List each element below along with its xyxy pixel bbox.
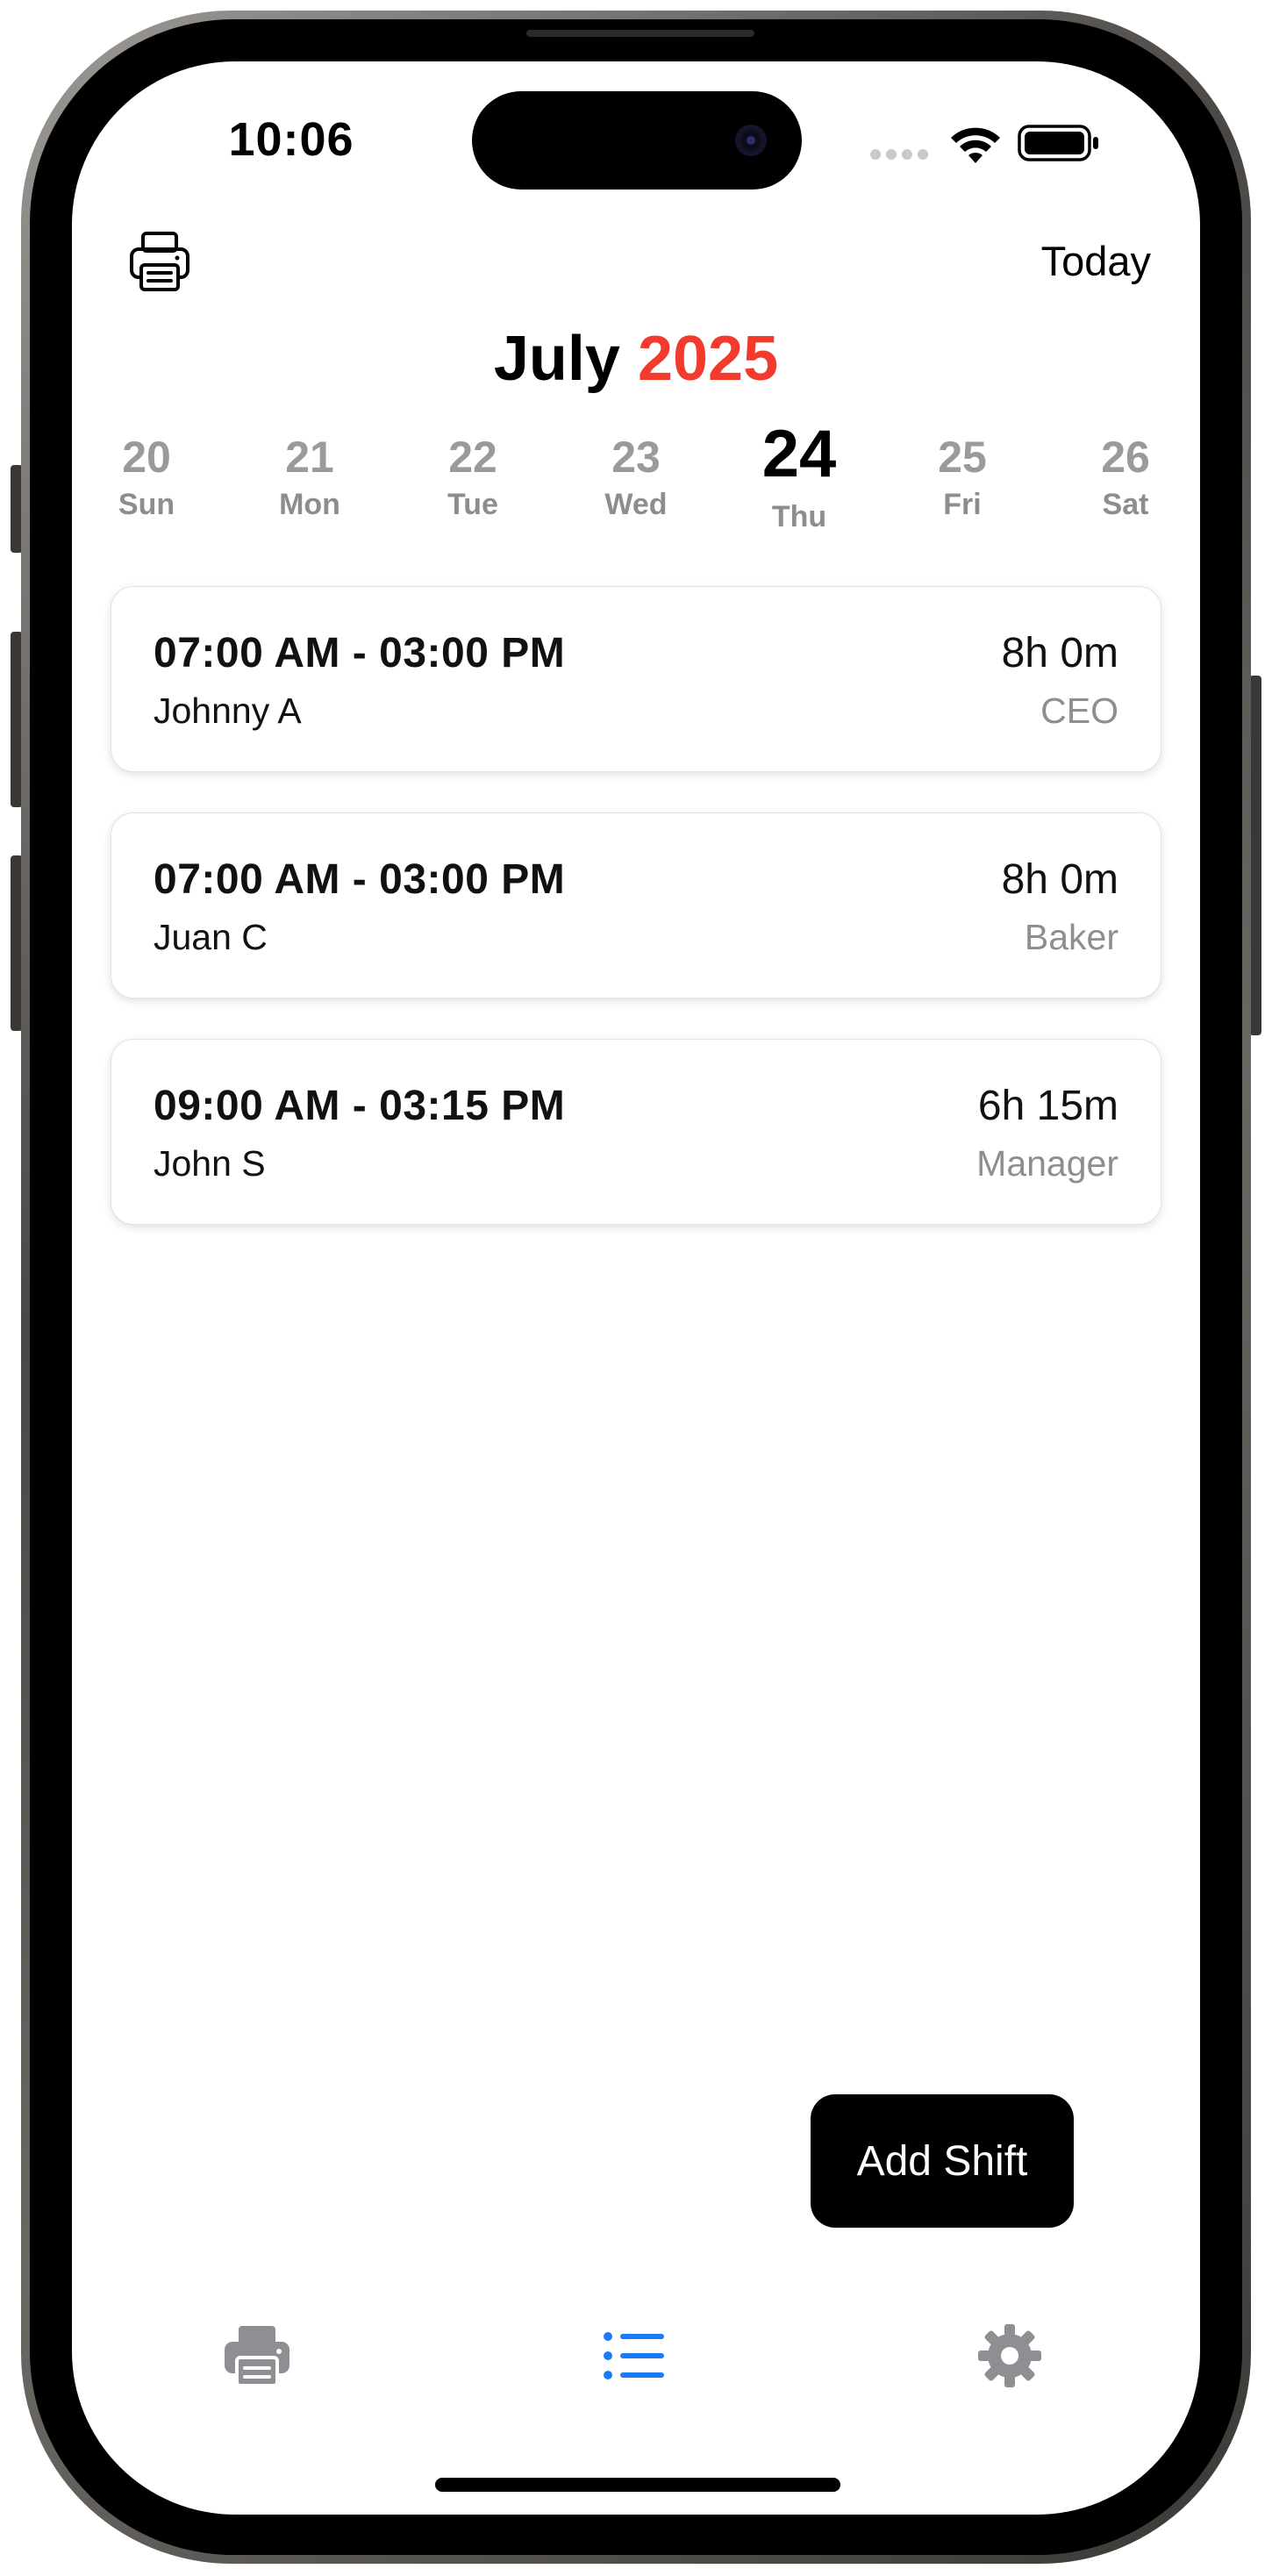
day-name: Tue	[447, 488, 498, 521]
printer-icon	[130, 232, 189, 291]
shift-time: 07:00 AM - 03:00 PM	[154, 856, 566, 903]
day-tue[interactable]: 22 Tue	[407, 430, 539, 553]
employee-name: Juan C	[154, 917, 268, 957]
day-name: Fri	[943, 488, 982, 521]
day-number: 20	[122, 433, 171, 482]
month-title: July 2025	[72, 323, 1200, 395]
status-time: 10:06	[228, 113, 354, 166]
shift-card[interactable]: 07:00 AM - 03:00 PM Juan C 8h 0m Baker	[111, 812, 1161, 998]
power-button	[1249, 676, 1261, 1035]
day-name: Mon	[279, 488, 340, 521]
day-name: Sun	[118, 488, 175, 521]
day-number: 25	[938, 433, 987, 482]
day-thu-selected[interactable]: 24 Thu	[733, 421, 865, 553]
shift-duration: 8h 0m	[1001, 630, 1118, 676]
battery-icon	[1018, 125, 1098, 161]
shift-time: 07:00 AM - 03:00 PM	[154, 630, 566, 676]
shift-duration: 6h 15m	[977, 1083, 1118, 1129]
list-icon	[604, 2332, 664, 2379]
wifi-icon	[951, 127, 1000, 163]
tab-list[interactable]	[586, 2308, 682, 2404]
week-strip: 20 Sun 21 Mon 22 Tue 23 Wed 24 Thu 25 Fr…	[81, 421, 1191, 553]
printer-icon	[225, 2326, 289, 2387]
employee-name: John S	[154, 1143, 266, 1184]
shift-time: 09:00 AM - 03:15 PM	[154, 1083, 566, 1129]
front-camera-icon	[735, 125, 767, 156]
year-label: 2025	[637, 324, 779, 394]
day-number: 26	[1101, 433, 1150, 482]
cellular-dots-icon	[870, 149, 928, 160]
tab-print[interactable]	[209, 2308, 305, 2404]
day-fri[interactable]: 25 Fri	[897, 430, 1028, 553]
day-name: Thu	[771, 500, 827, 533]
employee-role: Baker	[1024, 917, 1118, 957]
gear-icon	[978, 2324, 1041, 2387]
home-indicator	[435, 2478, 840, 2492]
today-button[interactable]: Today	[1041, 237, 1151, 285]
day-number: 22	[448, 433, 497, 482]
day-number: 24	[761, 417, 837, 491]
shift-duration: 8h 0m	[1001, 856, 1118, 903]
app-screen: 10:06 Today July 2025 20 Sun 21 Mon 22 T…	[72, 61, 1200, 2515]
day-wed[interactable]: 23 Wed	[570, 430, 702, 553]
tab-bar	[72, 2308, 1200, 2404]
tab-settings[interactable]	[961, 2308, 1058, 2404]
day-sat[interactable]: 26 Sat	[1060, 430, 1191, 553]
day-name: Wed	[604, 488, 668, 521]
add-shift-button[interactable]: Add Shift	[811, 2094, 1074, 2228]
shift-list: 07:00 AM - 03:00 PM Johnny A 8h 0m CEO 0…	[111, 586, 1161, 1265]
shift-card[interactable]: 07:00 AM - 03:00 PM Johnny A 8h 0m CEO	[111, 586, 1161, 772]
employee-name: Johnny A	[154, 691, 302, 731]
employee-role: Manager	[976, 1143, 1118, 1184]
day-sun[interactable]: 20 Sun	[81, 430, 212, 553]
print-button[interactable]	[123, 225, 197, 298]
dynamic-island	[472, 91, 802, 190]
day-mon[interactable]: 21 Mon	[244, 430, 375, 553]
month-label: July	[493, 324, 620, 394]
employee-role: CEO	[1040, 691, 1118, 731]
day-number: 23	[611, 433, 661, 482]
day-name: Sat	[1102, 488, 1149, 521]
speaker-grille	[526, 30, 754, 37]
shift-card[interactable]: 09:00 AM - 03:15 PM John S 6h 15m Manage…	[111, 1039, 1161, 1225]
day-number: 21	[285, 433, 334, 482]
